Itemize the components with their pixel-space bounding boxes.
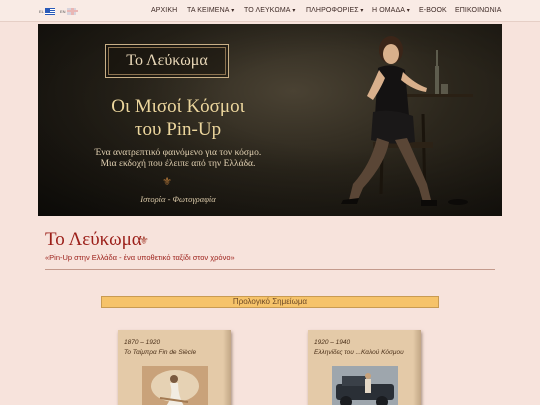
nav-information[interactable]: ΠΛΗΡΟΦΟΡΙΕΣ <box>306 7 364 14</box>
nav-contact[interactable]: ΕΠΙΚΟΙΝΩΝΙΑ <box>455 7 502 14</box>
hero-category: Ιστορία - Φωτογραφία <box>140 194 216 204</box>
card-title: Ελληνίδες του ...Καλού Κόσμου <box>314 349 404 356</box>
hero-subtitle-line2: Μια εκδοχή που έλειπε από την Ελλάδα. <box>100 159 256 169</box>
top-navbar: EL EN ΑΡΧΙΚΗ ΤΑ ΚΕΙΜΕΝΑ ΤΟ ΛΕΥΚΩΜΑ ΠΛΗΡΟ… <box>0 0 540 22</box>
card-thumbnail <box>332 366 398 405</box>
album-card-1870-1920[interactable]: 1870 – 1920 Το Ταίμπρα Fin de Siècle <box>118 330 231 405</box>
prologue-button[interactable]: Προλογικό Σημείωμα <box>101 296 439 308</box>
nav-team[interactable]: Η ΟΜΑΔΑ <box>372 7 410 14</box>
fleur-de-lis-icon: ⚜ <box>162 176 172 188</box>
hero-logo: Το Λεύκωμα <box>105 44 229 78</box>
page-subtitle: «Pin-Up στην Ελλάδα - ένα υποθετικό ταξί… <box>45 253 235 262</box>
card-period: 1920 – 1940 <box>314 339 351 346</box>
nav-album[interactable]: ΤΟ ΛΕΥΚΩΜΑ <box>244 7 295 14</box>
hero-woman-illustration <box>341 36 473 206</box>
nav-texts[interactable]: ΤΑ ΚΕΙΜΕΝΑ <box>187 7 234 14</box>
hero-subtitle-line1: Ένα ανατρεπτικό φαινόμενο για τον κόσμο. <box>94 148 262 158</box>
nav-home[interactable]: ΑΡΧΙΚΗ <box>151 7 177 14</box>
card-thumbnail <box>142 366 208 405</box>
hero-logo-text: Το Λεύκωμα <box>126 52 208 69</box>
hero-title-line1: Οι Μισοί Κόσμοι <box>111 96 245 117</box>
page-title: Το Λεύκωμα <box>45 229 142 250</box>
hero-banner: Το Λεύκωμα Οι Μισοί Κόσμοι του Pin-Up Έν… <box>38 24 502 216</box>
divider <box>45 269 495 270</box>
fleur-de-lis-icon: ⚜ <box>139 235 149 247</box>
card-title: Το Ταίμπρα Fin de Siècle <box>124 349 197 356</box>
album-card-1920-1940[interactable]: 1920 – 1940 Ελληνίδες του ...Καλού Κόσμο… <box>308 330 421 405</box>
main-menu: ΑΡΧΙΚΗ ΤΑ ΚΕΙΜΕΝΑ ΤΟ ΛΕΥΚΩΜΑ ΠΛΗΡΟΦΟΡΙΕΣ… <box>0 7 540 17</box>
hero-title-line2: του Pin-Up <box>134 119 222 140</box>
card-period: 1870 – 1920 <box>124 339 161 346</box>
nav-ebook[interactable]: E-BOOK <box>419 7 447 14</box>
